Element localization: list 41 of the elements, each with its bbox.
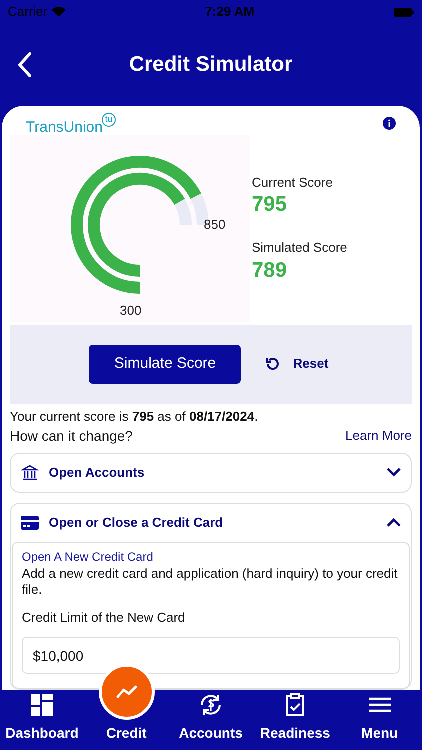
nav-tab[interactable]: Readiness bbox=[260, 692, 330, 750]
accordion-header[interactable]: Open or Close a Credit Card bbox=[11, 504, 411, 542]
nav-tab[interactable]: Dashboard bbox=[6, 692, 79, 750]
gauge-max-label: 850 bbox=[204, 216, 226, 234]
nav-tab[interactable]: Menu bbox=[362, 692, 398, 750]
reset-icon bbox=[265, 356, 282, 372]
option-title: Open A New Credit Card bbox=[22, 548, 154, 566]
gauge-min-label: 300 bbox=[120, 302, 142, 320]
chevron-down-icon bbox=[387, 468, 401, 477]
chevron-up-icon bbox=[387, 518, 401, 527]
simulate-score-button[interactable]: Simulate Score bbox=[89, 344, 242, 384]
score-value: 795 bbox=[252, 192, 288, 218]
brand-logo: TransUnion bbox=[26, 120, 103, 134]
score-label: Simulated Score bbox=[252, 239, 348, 258]
status-time: 7:29 AM bbox=[205, 3, 255, 22]
bank-icon bbox=[21, 464, 39, 482]
accordion-header[interactable]: Open Accounts bbox=[11, 454, 411, 492]
question-text: How can it change? bbox=[10, 426, 133, 446]
wifi-icon bbox=[52, 7, 66, 17]
dashboard-icon bbox=[31, 694, 54, 716]
back-chevron-icon bbox=[18, 52, 32, 78]
nav-tab[interactable]: Credit bbox=[106, 723, 147, 750]
score-label: Current Score bbox=[252, 174, 334, 192]
field-label: Credit Limit of the New Card bbox=[22, 608, 186, 626]
info-icon bbox=[383, 117, 396, 130]
learn-more-link[interactable]: Learn More bbox=[346, 426, 412, 446]
dollar-cycle-icon bbox=[198, 692, 224, 718]
option-description: Add a new credit card and application (hard inquiry) to your credit file. bbox=[22, 566, 399, 598]
score-value: 789 bbox=[252, 258, 288, 284]
clipboard-check-icon bbox=[285, 693, 306, 717]
nav-tab[interactable]: Accounts bbox=[179, 692, 243, 750]
menu-icon bbox=[368, 697, 391, 713]
battery-icon bbox=[394, 8, 414, 16]
trend-line-icon bbox=[116, 685, 138, 699]
page-title: Credit Simulator bbox=[128, 52, 294, 78]
carrier-label: Carrier bbox=[8, 3, 48, 22]
credit-card-icon bbox=[21, 516, 39, 530]
reset-button[interactable]: Reset bbox=[261, 354, 333, 374]
credit-limit-field[interactable]: $10,000 bbox=[22, 637, 400, 674]
brand-mark: tu bbox=[102, 112, 116, 126]
score-summary: Your current score is 795 as of 08/17/2024. bbox=[10, 408, 260, 426]
